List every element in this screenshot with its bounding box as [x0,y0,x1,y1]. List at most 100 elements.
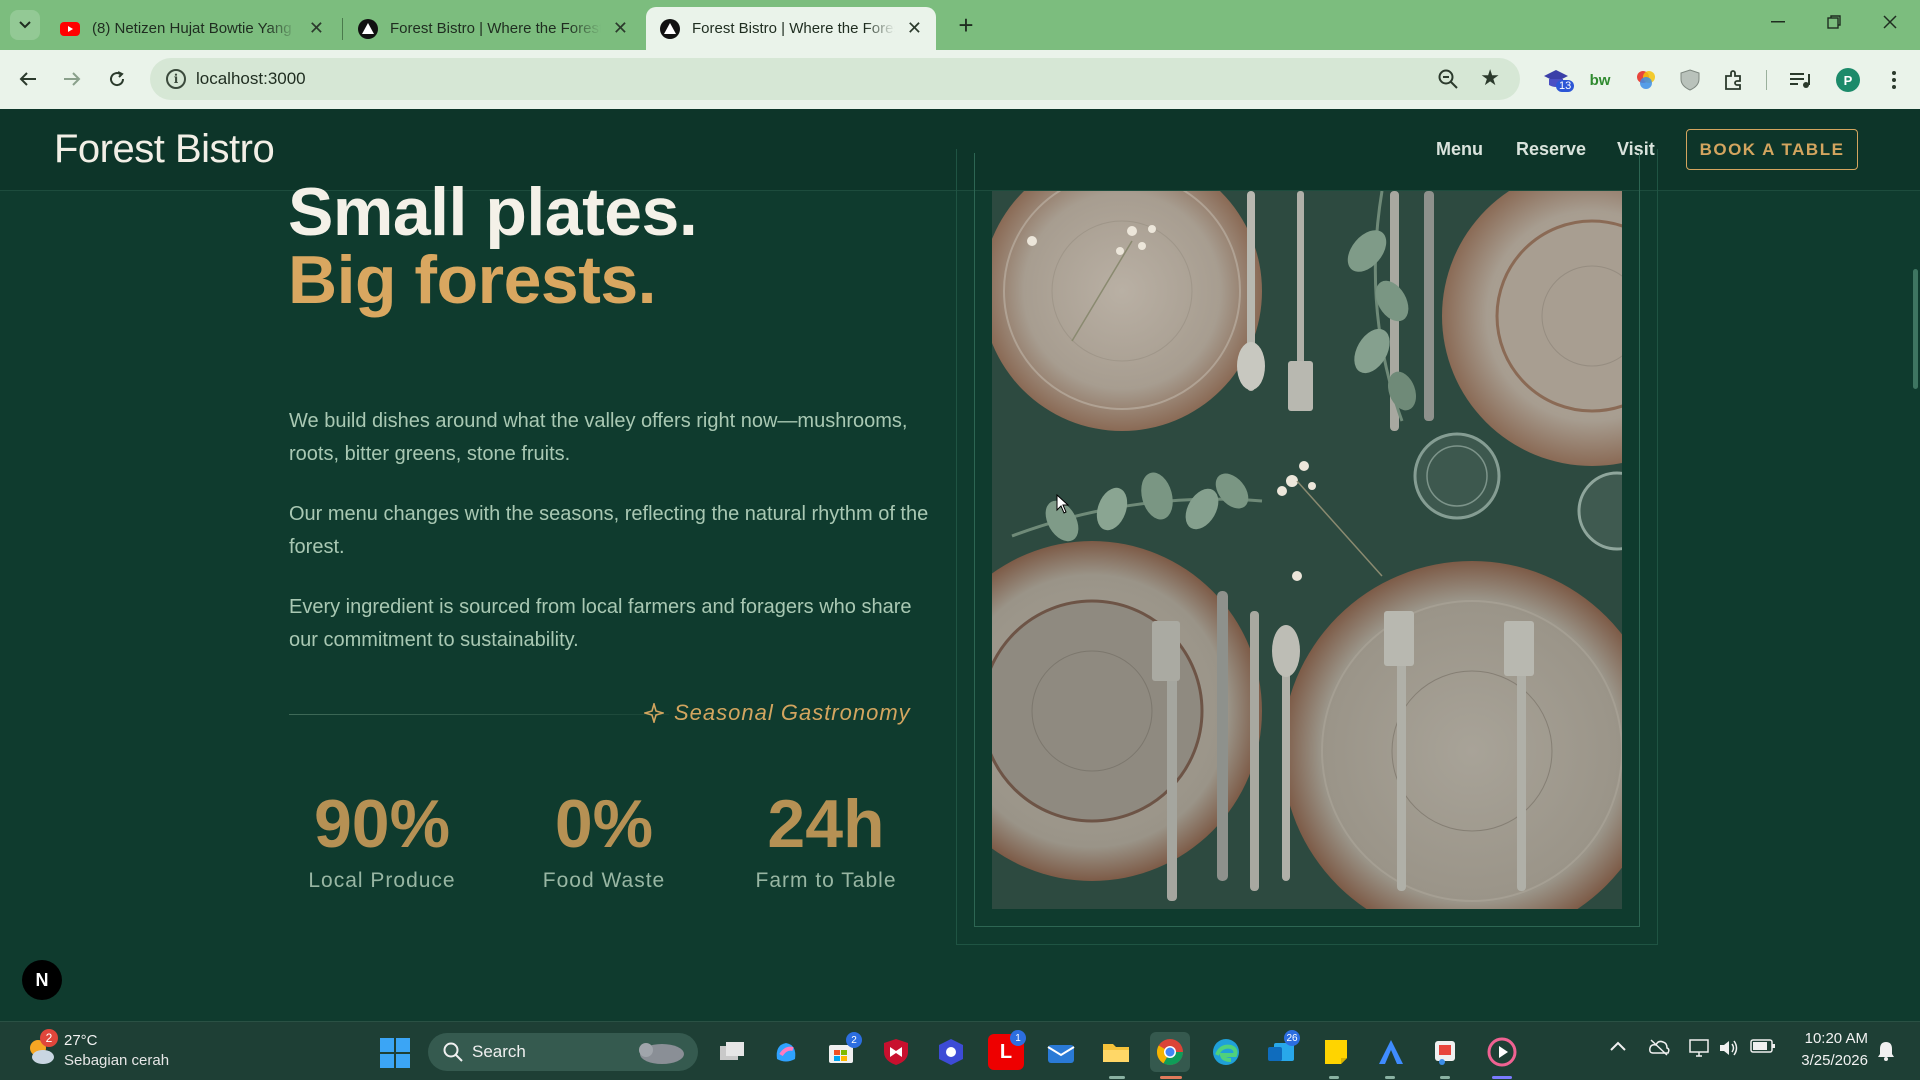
running-indicator [1492,1076,1512,1079]
tab-forest-bistro[interactable]: Forest Bistro | Where the Forest ✕ [344,7,642,50]
weather-description[interactable]: Sebagian cerah [64,1052,169,1069]
extension-shield-icon[interactable] [1676,66,1704,94]
media-player-icon[interactable] [1484,1034,1520,1070]
sticky-notes-icon[interactable] [1318,1034,1354,1070]
chrome-icon[interactable] [1150,1032,1190,1072]
close-tab-icon[interactable]: ✕ [907,18,922,39]
running-indicator [1385,1076,1395,1079]
stat-label: Food Waste [542,869,666,892]
windows-logo-tile [396,1038,410,1052]
volume-icon[interactable] [1718,1038,1740,1063]
windows-logo-tile [396,1054,410,1068]
youtube-icon [60,19,80,39]
tab-forest-bistro-active[interactable]: Forest Bistro | Where the Forest ✕ [646,7,936,50]
new-tab-button[interactable]: + [950,9,982,41]
triangle-icon [358,18,378,39]
battery-icon[interactable] [1750,1038,1776,1059]
tab-search-button[interactable] [10,10,40,40]
stat-label: Farm to Table [755,869,897,892]
hero-paragraph: Every ingredient is sourced from local f… [289,596,912,651]
info-icon[interactable]: i [166,69,186,89]
snipping-tool-icon[interactable] [1428,1034,1464,1070]
clock-date[interactable]: 3/25/2026 [1801,1052,1868,1069]
mail-icon[interactable] [1043,1034,1079,1070]
notification-badge: 26 [1284,1030,1300,1046]
mcafee-icon[interactable] [878,1034,914,1070]
avatar: P [1836,68,1860,92]
page-viewport: Forest Bistro Menu Reserve Visit BOOK A … [0,109,1920,1021]
tab-title: Forest Bistro | Where the Forest [390,20,601,37]
profile-avatar[interactable]: P [1834,66,1862,94]
stat-value: 0% [554,786,654,862]
close-tab-icon[interactable]: ✕ [309,18,324,39]
mouse-cursor [1056,493,1070,519]
page-scrollbar[interactable] [1910,109,1920,1021]
extensions-puzzle-icon[interactable] [1720,66,1748,94]
seasonal-tagline-text: Seasonal Gastronomy [674,700,911,725]
zoom-icon[interactable] [1436,67,1460,91]
restore-icon [1827,15,1841,29]
network-icon[interactable] [1688,1038,1710,1063]
book-table-button[interactable]: BOOK A TABLE [1686,129,1858,170]
taskbar-search[interactable]: Search [428,1033,698,1071]
section-divider [289,714,669,715]
active-indicator [1160,1076,1182,1079]
restore-button[interactable] [1806,0,1862,44]
weather-temperature[interactable]: 27°C [64,1032,98,1049]
copilot-icon[interactable] [768,1034,804,1070]
hero-paragraph: Our menu changes with the seasons, refle… [289,503,929,558]
forward-button[interactable] [54,61,90,97]
file-explorer-icon[interactable] [1098,1034,1134,1070]
nextjs-dev-badge[interactable]: N [22,960,62,1000]
media-control-icon[interactable] [1786,66,1814,94]
extension-badge: 13 [1556,80,1575,92]
search-icon [443,1042,463,1062]
chevron-up-icon[interactable] [1610,1038,1626,1056]
extension-bw-icon[interactable]: bw [1586,66,1614,94]
address-bar[interactable]: i localhost:3000 ★ [150,58,1520,100]
task-view-icon[interactable] [714,1034,750,1070]
reload-icon [110,71,125,87]
start-button[interactable] [380,1038,410,1068]
sparkle-icon [644,703,664,723]
back-button[interactable] [10,61,46,97]
hero-headline-line2: Big forests. [288,242,657,318]
search-label: Search [472,1042,526,1061]
tab-strip: (8) Netizen Hujat Bowtie Yang L ✕ Forest… [0,0,1920,50]
notification-bell-icon[interactable] [1876,1040,1896,1067]
site-logo[interactable]: Forest Bistro [54,127,275,172]
close-tab-icon[interactable]: ✕ [613,18,628,39]
editor-icon[interactable] [1373,1034,1409,1070]
table-setting-photo [992,191,1622,909]
running-indicator [1440,1076,1450,1079]
running-indicator [1109,1076,1125,1079]
security-app-icon[interactable] [933,1034,969,1070]
hero-headline-line1: Small plates. [288,174,698,250]
minimize-icon [1771,21,1785,23]
close-window-button[interactable] [1862,0,1918,44]
scrollbar-thumb[interactable] [1913,269,1918,389]
extension-graduation-icon[interactable]: 13 [1542,66,1575,94]
notification-badge: 2 [846,1032,862,1048]
windows-logo-tile [380,1054,394,1068]
extension-color-icon[interactable] [1632,66,1660,94]
toolbar-separator [1766,70,1767,90]
running-indicator [1329,1076,1339,1079]
windows-logo-tile [380,1038,394,1052]
minimize-button[interactable] [1750,0,1806,44]
bookmark-star-icon[interactable]: ★ [1480,65,1500,91]
browser-menu-icon[interactable] [1880,66,1908,94]
edge-icon[interactable] [1208,1034,1244,1070]
tab-youtube[interactable]: (8) Netizen Hujat Bowtie Yang L ✕ [46,7,338,50]
seasonal-tagline: Seasonal Gastronomy [644,700,911,726]
taskbar: 2 27°C Sebagian cerah Search 2 L 1 26 10… [0,1021,1920,1080]
triangle-icon [660,18,680,39]
cloud-offline-icon[interactable] [1648,1038,1670,1061]
search-highlight-icon [639,1043,684,1064]
hero-paragraph: We build dishes around what the valley o… [289,410,908,465]
clock-time[interactable]: 10:20 AM [1805,1030,1868,1047]
reload-button[interactable] [99,61,135,97]
tab-title: (8) Netizen Hujat Bowtie Yang L [92,20,297,37]
url-text[interactable]: localhost:3000 [196,69,306,89]
stat-value: 90% [313,786,451,862]
